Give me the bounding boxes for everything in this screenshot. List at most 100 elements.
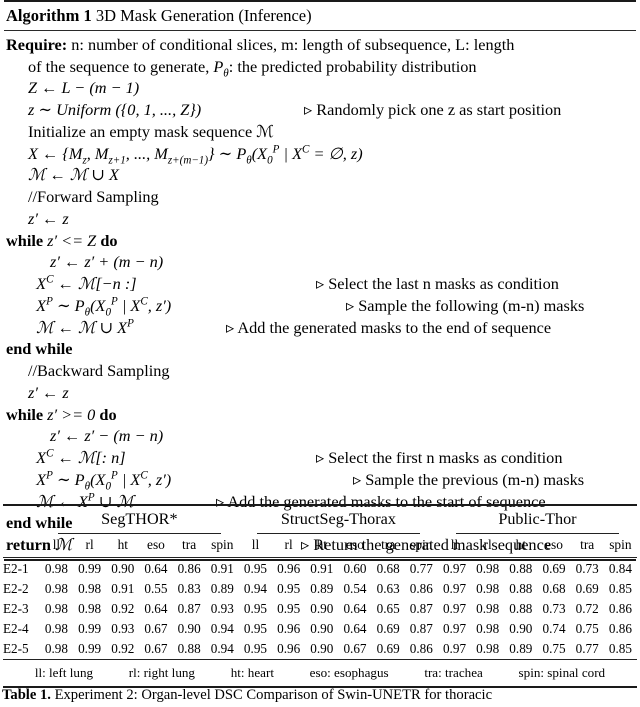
subheader-segthor-ht: ht (117, 537, 128, 552)
legend-item: eso: esophagus (309, 664, 389, 680)
subheader-publicthor-eso: eso (545, 537, 563, 552)
caption-text: Experiment 2: Organ-level DSC Comparison… (54, 687, 493, 703)
table-cell: 0.54 (343, 580, 367, 596)
table-cell: 0.94 (210, 641, 234, 657)
algorithm-line-15: z′ ← z (28, 382, 69, 402)
do-keyword-backward: do (99, 404, 117, 424)
algorithm-line-11-expr: XP ∼ Pθ(X0P | XC, z′) (28, 295, 172, 319)
algorithm-line-10-comment: ▹ Select the last n masks as condition (316, 274, 559, 294)
dsc-table: SegTHOR* StructSeg-Thorax Public-Thor ll… (3, 504, 637, 689)
table-cell: 0.93 (210, 600, 234, 616)
table-cell: 0.98 (476, 641, 500, 657)
table-caption: Table 1. Experiment 2: Organ-level DSC C… (2, 686, 640, 705)
table-cell: 0.98 (476, 600, 500, 616)
legend-item: ll: left lung (34, 664, 94, 680)
table-cell: 0.75 (575, 621, 599, 637)
table-row: E2-5 0.98 0.99 0.92 0.67 0.88 0.94 0.95 0.96 0.90… (3, 639, 637, 660)
algorithm-line-18: XC ← ℳ[: n] ▹ Select the first n masks a… (6, 447, 634, 469)
algorithm-line-10: XC ← ℳ[−n :] ▹ Select the last n masks a… (6, 273, 634, 295)
table-cell: 0.74 (542, 621, 566, 637)
table-cell: 0.98 (476, 560, 500, 576)
table-legend-cell: ll: left lung rl: right lung ht: heart eso:… (3, 661, 637, 687)
while-condition-forward: z′ <= Z (47, 230, 97, 250)
subheader-publicthor-ll: ll (450, 537, 459, 552)
table-cell: 0.68 (376, 560, 400, 576)
algorithm-line-1: Z ← L − (m − 1) (28, 78, 140, 98)
table-cell: 0.95 (243, 600, 267, 616)
table-cell: 0.65 (376, 600, 400, 616)
table-cell: 0.91 (210, 560, 234, 576)
table-cell: 0.98 (476, 580, 500, 596)
table-row-label: E2-4 (3, 621, 29, 637)
table-cell: 0.96 (277, 621, 301, 637)
table-cell: 0.95 (277, 600, 301, 616)
p-theta-symbol: Pθ (213, 56, 229, 79)
table-cell: 0.97 (442, 560, 467, 576)
table-legend-list: ll: left lung rl: right lung ht: heart eso:… (3, 665, 637, 681)
table-cell: 0.93 (111, 621, 135, 637)
subheader-structseg-tra: tra (381, 537, 396, 552)
algorithm-require-line-2: of the sequence to generate, Pθ: the pre… (6, 56, 634, 79)
table-cell: 0.99 (78, 560, 102, 576)
table-cell: 0.87 (409, 600, 433, 616)
table-cell: 0.96 (277, 641, 301, 657)
require-text-2a: of the sequence to generate, (28, 56, 214, 76)
table-group-header-row: SegTHOR* StructSeg-Thorax Public-Thor (3, 507, 637, 533)
table-cell: 0.88 (177, 641, 201, 657)
subheader-corner (3, 534, 40, 558)
table-cell: 0.86 (177, 560, 201, 576)
subheader-structseg-ht: ht (316, 537, 328, 552)
table-row-label: E2-2 (3, 580, 29, 596)
table-cell: 0.63 (376, 580, 400, 596)
table-cell: 0.60 (343, 560, 367, 576)
table-cell: 0.99 (78, 621, 102, 637)
table-cell: 0.75 (542, 641, 566, 657)
algorithm-line-13: end while (6, 339, 73, 359)
require-text-1: n: number of conditional slices, m: leng… (71, 34, 515, 54)
table-legend-row: ll: left lung rl: right lung ht: heart eso:… (3, 661, 637, 687)
algorithm-require-line-1: Require: n: number of conditional slices… (6, 34, 634, 56)
table-cell: 0.86 (409, 641, 433, 657)
subheader-segthor-tra: tra (182, 537, 197, 552)
table-cell: 0.64 (144, 600, 168, 616)
table-cell: 0.69 (575, 580, 599, 596)
table-cell: 0.97 (442, 580, 467, 596)
algorithm-block: Algorithm 1 3D Mask Generation (Inferenc… (0, 0, 640, 561)
algorithm-line-5: ℳ ← ℳ ∪ X (28, 165, 119, 185)
algorithm-line-19: XP ∼ Pθ(X0P | XC, z′) ▹ Sample the previ… (6, 469, 634, 492)
table-cell: 0.64 (343, 600, 367, 616)
table-cell: 0.98 (78, 600, 102, 616)
table-cell: 0.77 (575, 641, 599, 657)
algorithm-line-12-comment: ▹ Add the generated masks to the end of … (226, 317, 552, 337)
table-cell: 0.85 (608, 580, 632, 596)
table-cell: 0.98 (44, 621, 68, 637)
algorithm-line-10-expr: XC ← ℳ[−n :] (28, 273, 137, 294)
table-cell: 0.90 (310, 641, 334, 657)
subheader-segthor-eso: eso (147, 537, 165, 552)
do-keyword-forward: do (100, 230, 118, 250)
algorithm-line-11-comment: ▹ Sample the following (m-n) masks (346, 295, 585, 315)
algorithm-label: Algorithm 1 (6, 6, 92, 25)
table-cell: 0.86 (608, 600, 632, 616)
table-cell: 0.85 (608, 641, 632, 657)
group-header-publicthor: Public-Thor (438, 507, 637, 533)
subheader-publicthor-rl: rl (483, 537, 492, 552)
table-row: E2-4 0.98 0.99 0.93 0.67 0.90 0.94 0.95 0.96 0.90… (3, 619, 637, 639)
table-cell: 0.88 (509, 580, 533, 596)
algorithm-line-16: while z′ >= 0 do (6, 404, 634, 426)
table-cell: 0.98 (44, 560, 68, 576)
legend-item: ht: heart (230, 664, 274, 680)
table-cell: 0.86 (409, 580, 433, 596)
legend-item: tra: trachea (424, 664, 483, 680)
table-cell: 0.69 (376, 641, 400, 657)
subheader-structseg-rl: rl (284, 537, 293, 552)
table-cell: 0.91 (310, 560, 334, 576)
table-cell: 0.88 (509, 560, 533, 576)
table-cell: 0.98 (44, 600, 68, 616)
legend-item: spin: spinal cord (518, 664, 606, 680)
table-row: E2-2 0.98 0.98 0.91 0.55 0.83 0.89 0.94 0.95 0.89… (3, 579, 637, 599)
require-text-2b: : the predicted probability distribution (228, 56, 477, 76)
table-cell: 0.94 (210, 621, 234, 637)
table-cell: 0.97 (442, 621, 467, 637)
algorithm-line-2-expr: z ∼ Uniform ({0, 1, ..., Z}) (28, 100, 202, 120)
